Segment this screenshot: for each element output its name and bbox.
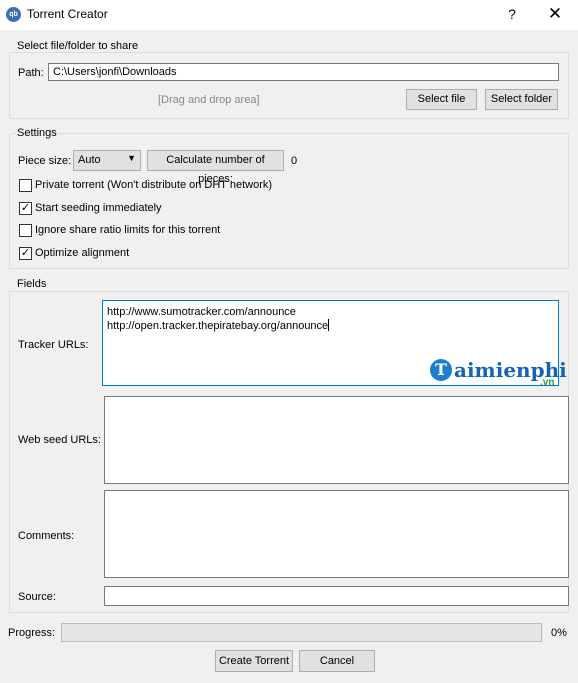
cancel-button[interactable]: Cancel <box>299 650 375 672</box>
close-icon: ✕ <box>547 4 563 23</box>
tracker-url-line: http://open.tracker.thepiratebay.org/ann… <box>107 320 329 332</box>
drag-drop-area[interactable]: [Drag and drop area] <box>158 94 260 106</box>
private-torrent-label: Private torrent (Won't distribute on DHT… <box>35 179 273 191</box>
watermark-sub: .vn <box>540 377 555 388</box>
progress-bar <box>61 623 542 642</box>
text-caret <box>328 319 330 331</box>
optimize-alignment-checkbox[interactable]: ✓ <box>19 247 32 260</box>
watermark-letter: T <box>430 359 452 381</box>
progress-percent: 0% <box>551 627 567 639</box>
piece-size-value: Auto <box>78 154 101 166</box>
settings-group-title: Settings <box>16 127 58 139</box>
select-file-button[interactable]: Select file <box>406 89 477 110</box>
qbittorrent-app-icon: qb <box>6 7 21 22</box>
source-input[interactable] <box>104 586 569 606</box>
ignore-ratio-label: Ignore share ratio limits for this torre… <box>35 224 221 236</box>
start-seeding-checkbox[interactable]: ✓ <box>19 202 32 215</box>
calculate-pieces-button[interactable]: Calculate number of pieces: <box>147 150 284 185</box>
progress-label: Progress: <box>8 627 56 639</box>
path-label: Path: <box>18 67 44 79</box>
watermark-logo: T aimienphi .vn <box>430 357 570 391</box>
window-title: Torrent Creator <box>27 7 108 21</box>
help-button[interactable]: ? <box>500 3 524 25</box>
tracker-urls-label: Tracker URLs: <box>18 339 89 351</box>
comments-label: Comments: <box>18 530 75 542</box>
private-torrent-checkbox[interactable] <box>19 179 32 192</box>
piece-size-select[interactable]: Auto ▼ <box>73 150 141 171</box>
ignore-ratio-checkbox[interactable] <box>19 224 32 237</box>
title-bar: qb Torrent Creator ? ✕ <box>0 0 578 30</box>
share-group-title: Select file/folder to share <box>16 40 140 52</box>
piece-size-label: Piece size: <box>18 155 72 167</box>
comments-textarea[interactable] <box>104 490 569 578</box>
source-label: Source: <box>18 591 56 603</box>
path-input[interactable]: C:\Users\jonfi\Downloads <box>48 63 559 81</box>
web-seed-urls-textarea[interactable] <box>104 396 569 484</box>
select-folder-button[interactable]: Select folder <box>485 89 558 110</box>
close-button[interactable]: ✕ <box>540 3 570 25</box>
create-torrent-button[interactable]: Create Torrent <box>215 650 293 672</box>
chevron-down-icon: ▼ <box>127 153 136 163</box>
start-seeding-label: Start seeding immediately <box>35 202 162 214</box>
web-seed-urls-label: Web seed URLs: <box>18 434 101 446</box>
pieces-count: 0 <box>291 155 298 167</box>
tracker-url-line: http://www.sumotracker.com/announce <box>107 306 296 318</box>
fields-group-title: Fields <box>16 278 48 290</box>
optimize-alignment-label: Optimize alignment <box>35 247 130 259</box>
